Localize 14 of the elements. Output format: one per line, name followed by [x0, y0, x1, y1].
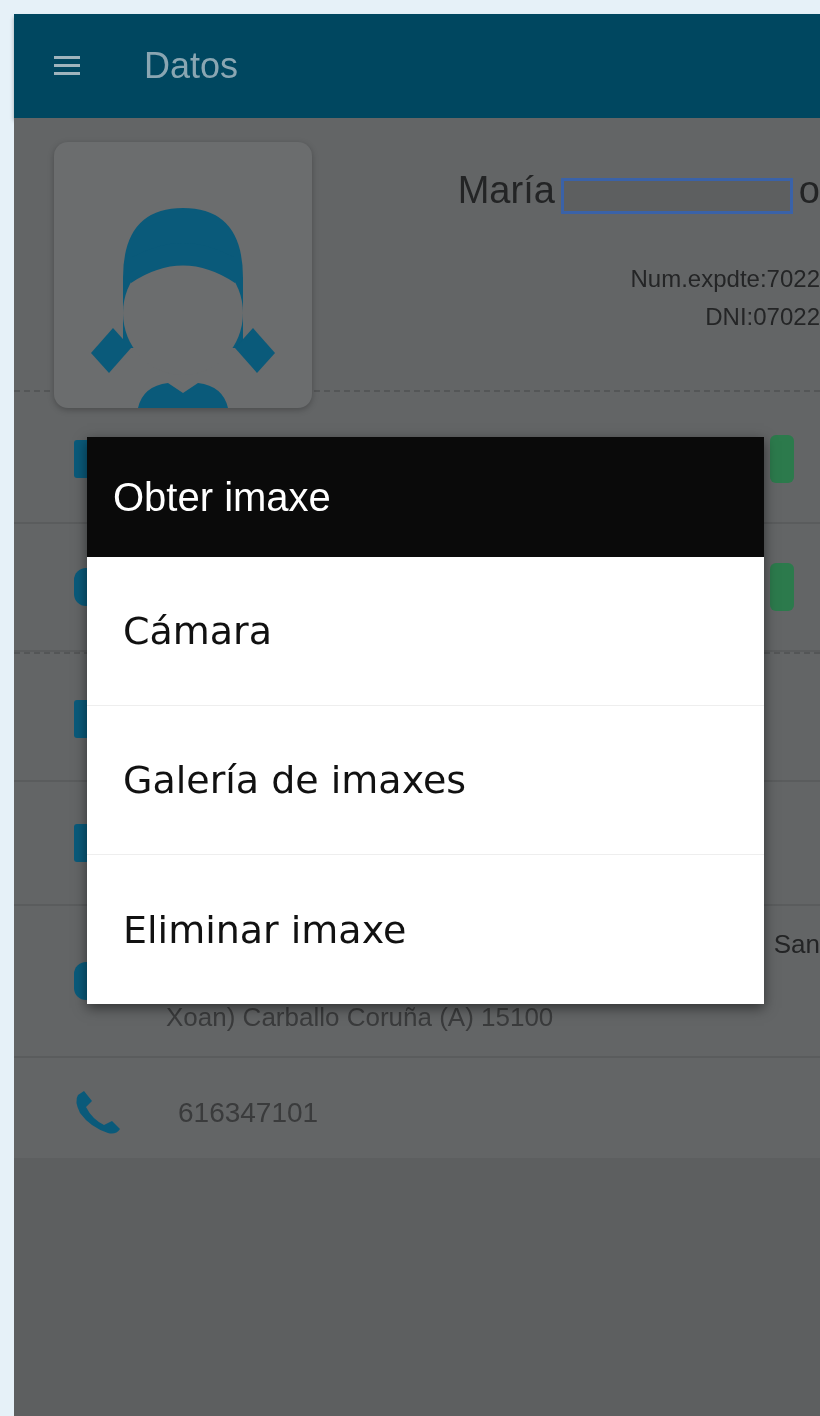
status-badge — [770, 435, 794, 483]
patient-name-end: o — [798, 168, 820, 212]
phone-icon — [74, 1091, 122, 1135]
patient-name: María — [457, 168, 555, 212]
screen-title: Datos — [144, 45, 239, 87]
dialog-option[interactable]: Cámara — [87, 557, 764, 706]
dialog-option[interactable]: Eliminar imaxe — [87, 855, 764, 1004]
menu-icon[interactable] — [54, 56, 80, 76]
status-badge — [770, 563, 794, 611]
dialog-option[interactable]: Galería de imaxes — [87, 706, 764, 855]
dni-text: DNI:07022 — [705, 302, 820, 332]
record-number: Num.expdte:7022 — [630, 264, 820, 294]
address-text: San — [773, 929, 820, 960]
dialog-title: Obter imaxe — [87, 437, 764, 557]
